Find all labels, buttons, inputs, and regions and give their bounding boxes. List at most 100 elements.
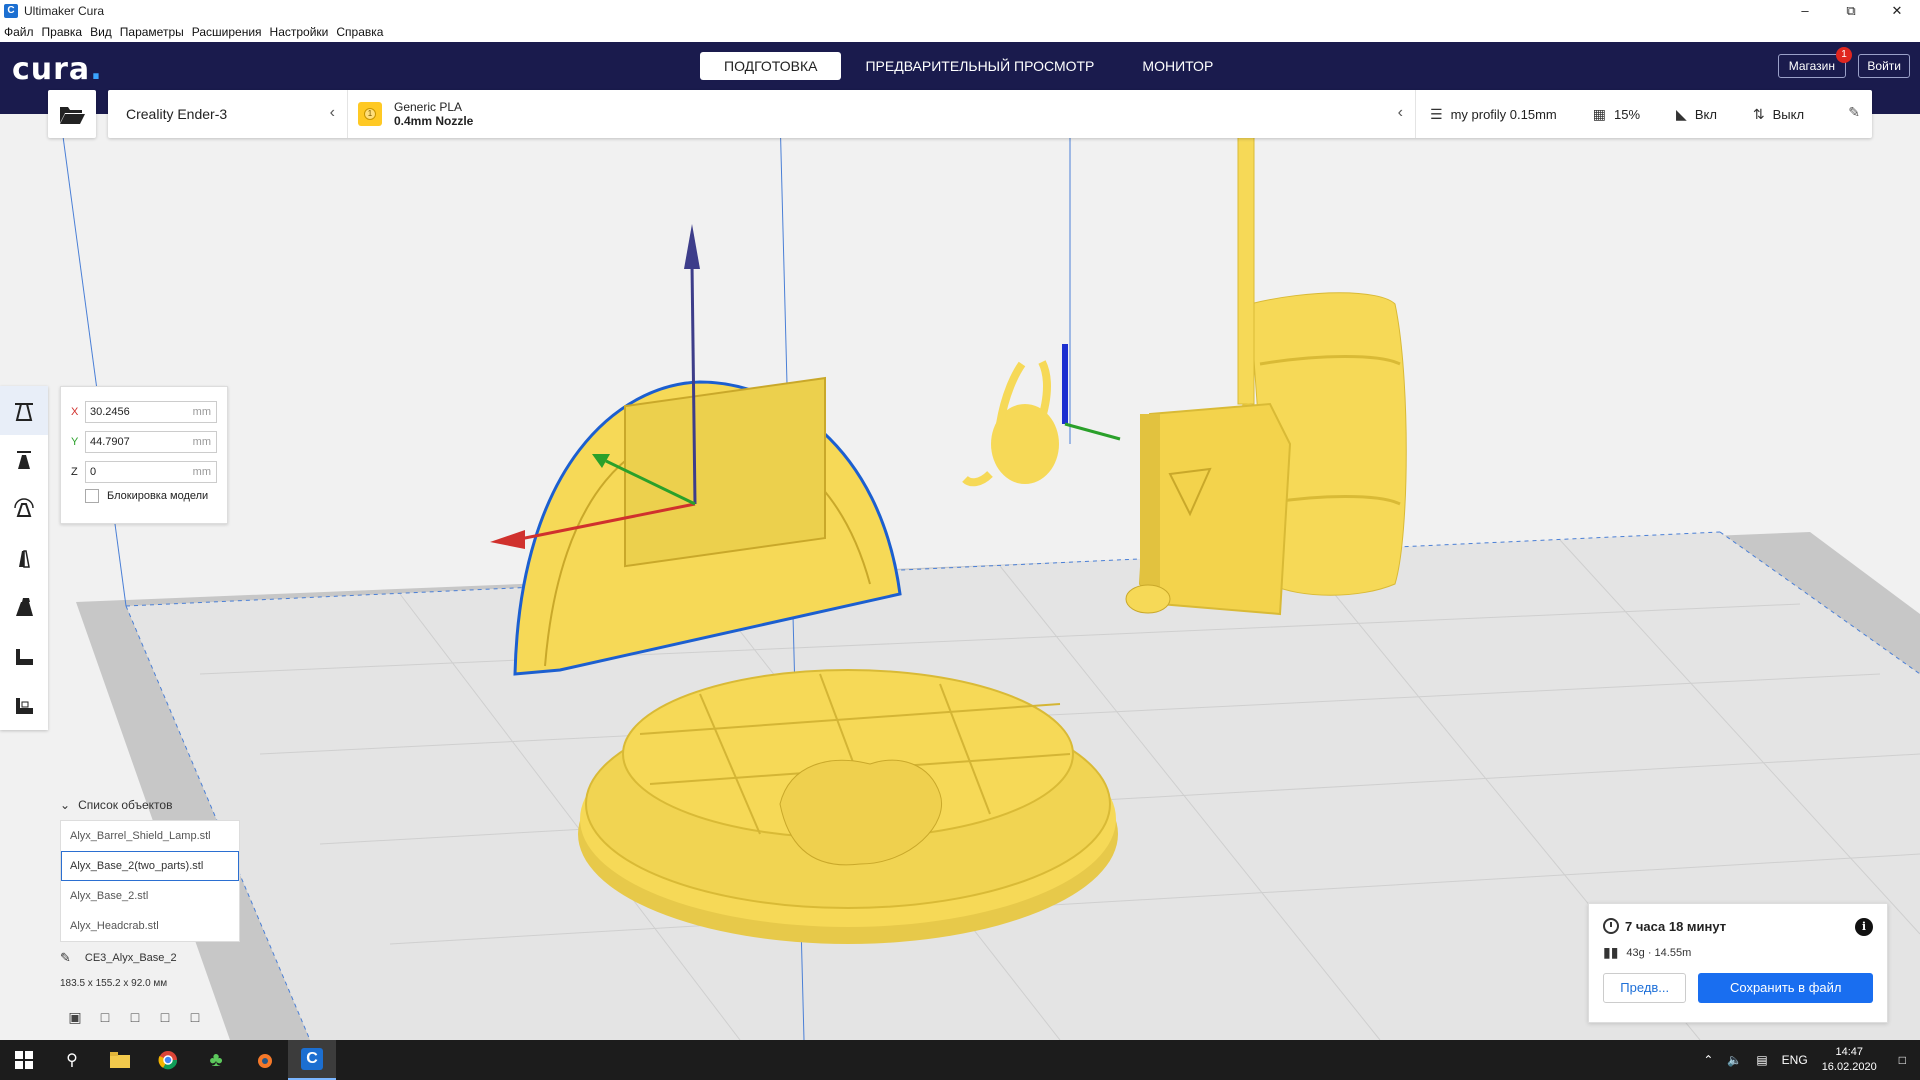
pencil-icon[interactable]: ✎ <box>1848 104 1860 121</box>
support-eraser-tool[interactable] <box>0 680 48 729</box>
save-to-file-button[interactable]: Сохранить в файл <box>1698 973 1873 1003</box>
restore-button[interactable]: ⧉ <box>1828 0 1874 22</box>
view-front-button[interactable]: □ <box>90 1006 120 1028</box>
volume-icon[interactable]: 🔈 <box>1727 1053 1742 1067</box>
support-value: Вкл <box>1694 106 1717 122</box>
menu-view[interactable]: Вид <box>90 25 112 39</box>
printer-name: Creality Ender-3 <box>126 106 228 122</box>
object-list-title: Список объектов <box>78 798 173 812</box>
x-coordinate-field[interactable]: 30.2456 mm <box>85 401 217 423</box>
model-dimensions: 183.5 x 155.2 x 92.0 мм <box>60 978 168 989</box>
build-plate-scene <box>59 114 1920 1040</box>
cube-top-icon: □ <box>130 1009 140 1025</box>
x-value: 30.2456 <box>90 406 130 418</box>
filament-spool-icon: ▮▮ <box>1603 944 1619 960</box>
cura-window: C Ultimaker Cura – ⧉ ✕ Файл Правка Вид П… <box>0 0 1920 1080</box>
tab-monitor[interactable]: МОНИТОР <box>1118 52 1237 80</box>
close-button[interactable]: ✕ <box>1874 0 1920 22</box>
tab-preview[interactable]: ПРЕДВАРИТЕЛЬНЫЙ ПРОСМОТР <box>841 52 1118 80</box>
list-item[interactable]: Alyx_Headcrab.stl <box>61 911 239 941</box>
object-origin-axes <box>1062 344 1121 441</box>
move-tool[interactable] <box>0 386 48 435</box>
model-barrel-shield-lamp[interactable] <box>1125 114 1407 616</box>
print-settings-selector[interactable]: ☰ my profily 0.15mm ▦ 15% ◣ Вкл ⇅ Выкл ✎ <box>1416 90 1872 138</box>
logo-dot: . <box>90 52 103 87</box>
print-summary-panel: 7 часа 18 минут i ▮▮ 43g · 14.55m Предв.… <box>1588 903 1888 1023</box>
view-left-button[interactable]: □ <box>150 1006 180 1028</box>
view-right-button[interactable]: □ <box>180 1006 210 1028</box>
network-icon[interactable]: ▤ <box>1756 1053 1767 1067</box>
search-icon: ⚲ <box>66 1052 78 1069</box>
material-name: Generic PLA <box>394 100 463 114</box>
clover-app-button[interactable]: ♣ <box>192 1040 240 1080</box>
tool-panel <box>0 386 48 730</box>
notifications-icon[interactable]: □ <box>1899 1053 1906 1067</box>
rotate-tool[interactable] <box>0 484 48 533</box>
menu-extensions[interactable]: Расширения <box>192 25 262 39</box>
window-controls: – ⧉ ✕ <box>1782 0 1920 22</box>
adhesion-value: Выкл <box>1772 106 1805 122</box>
list-item[interactable]: Alyx_Base_2.stl <box>61 881 239 911</box>
z-value: 0 <box>90 466 97 478</box>
infill-value: 15% <box>1614 106 1641 122</box>
view-3d-button[interactable]: ▣ <box>60 1006 90 1028</box>
start-button[interactable] <box>0 1040 48 1080</box>
object-list-toggle[interactable]: ⌄ Список объектов <box>60 798 240 812</box>
menu-file[interactable]: Файл <box>4 25 34 39</box>
material-info: Generic PLA 0.4mm Nozzle <box>394 100 473 128</box>
cura-app-icon: C <box>4 4 18 18</box>
job-name-row[interactable]: ✎ CE3_Alyx_Base_2 <box>60 950 177 966</box>
chrome-button[interactable] <box>144 1040 192 1080</box>
per-model-settings-tool[interactable] <box>0 582 48 631</box>
blender-button[interactable] <box>240 1040 288 1080</box>
pencil-icon: ✎ <box>60 950 71 965</box>
lock-model-checkbox[interactable] <box>85 489 99 503</box>
list-item[interactable]: Alyx_Barrel_Shield_Lamp.stl <box>61 821 239 851</box>
logo-text: cura <box>12 52 91 87</box>
clock-icon <box>1603 918 1619 934</box>
language-indicator[interactable]: ENG <box>1782 1053 1808 1067</box>
y-value: 44.7907 <box>90 436 130 448</box>
view-top-button[interactable]: □ <box>120 1006 150 1028</box>
system-clock[interactable]: 14:47 16.02.2020 <box>1822 1045 1877 1075</box>
support-blocker-tool[interactable] <box>0 631 48 680</box>
search-button[interactable]: ⚲ <box>48 1040 96 1080</box>
printer-selector[interactable]: Creality Ender-3 ‹ <box>108 90 348 138</box>
info-icon[interactable]: i <box>1855 918 1873 936</box>
y-coordinate-row: Y 44.7907 mm <box>71 429 217 455</box>
chevron-down-icon: ⌄ <box>60 798 71 812</box>
list-item[interactable]: Alyx_Base_2(two_parts).stl <box>61 851 239 881</box>
mirror-tool[interactable] <box>0 533 48 582</box>
menu-edit[interactable]: Правка <box>42 25 83 39</box>
open-file-button[interactable] <box>48 90 96 138</box>
menu-help[interactable]: Справка <box>336 25 383 39</box>
menu-preferences[interactable]: Настройки <box>270 25 329 39</box>
nozzle-size: 0.4mm Nozzle <box>394 114 474 128</box>
cube-front-icon: □ <box>100 1009 110 1025</box>
tab-prepare[interactable]: ПОДГОТОВКА <box>700 52 842 80</box>
menu-settings[interactable]: Параметры <box>120 25 184 39</box>
file-explorer-button[interactable] <box>96 1040 144 1080</box>
clock-date: 16.02.2020 <box>1821 1061 1877 1073</box>
support-icon: ◣ <box>1676 105 1687 122</box>
support-item: ◣ Вкл <box>1676 106 1717 123</box>
x-unit: mm <box>192 406 211 418</box>
z-coordinate-field[interactable]: 0 mm <box>85 461 217 483</box>
mirror-icon <box>19 549 30 568</box>
x-coordinate-row: X 30.2456 mm <box>71 399 217 425</box>
minimize-button[interactable]: – <box>1782 0 1828 22</box>
infill-item: ▦ 15% <box>1593 106 1640 123</box>
preview-button[interactable]: Предв... <box>1603 973 1687 1003</box>
login-button[interactable]: Войти <box>1858 54 1910 78</box>
model-alyx-base-2[interactable] <box>578 669 1118 944</box>
print-time-row: 7 часа 18 минут <box>1603 918 1873 934</box>
scale-tool[interactable] <box>0 435 48 484</box>
material-selector[interactable]: 1 Generic PLA 0.4mm Nozzle ‹ <box>348 90 1416 138</box>
model-headcrab[interactable] <box>962 360 1059 487</box>
chevron-up-icon[interactable]: ⌃ <box>1703 1053 1713 1067</box>
move-tool-panel: X 30.2456 mm Y 44.7907 mm Z 0 mm Блокиро… <box>60 386 228 524</box>
y-coordinate-field[interactable]: 44.7907 mm <box>85 431 217 453</box>
cura-taskbar-button[interactable]: C <box>288 1040 336 1080</box>
menu-bar: Файл Правка Вид Параметры Расширения Нас… <box>0 22 1920 42</box>
3d-viewport[interactable] <box>0 114 1920 1040</box>
